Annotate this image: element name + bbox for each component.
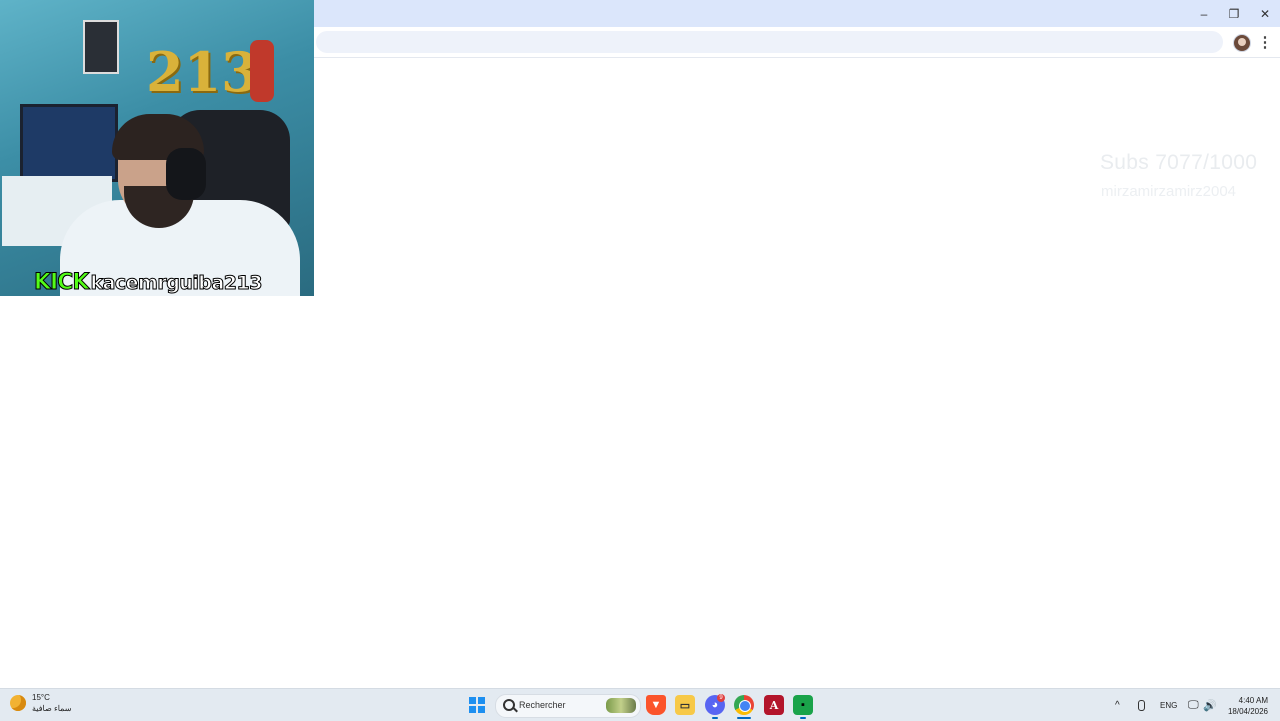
- arabic-app-icon[interactable]: A: [764, 695, 784, 715]
- discord-running-indicator: [712, 717, 718, 719]
- input-language[interactable]: ENG: [1160, 689, 1177, 721]
- network-icon[interactable]: 🖵: [1188, 689, 1199, 721]
- terminal-running-indicator: [800, 717, 806, 719]
- profile-avatar-icon[interactable]: [1233, 34, 1251, 52]
- figure-toy: [250, 40, 274, 102]
- browser-menu-button[interactable]: ⋮: [1258, 32, 1273, 52]
- wall-frame: [83, 20, 119, 74]
- restore-button[interactable]: ❐: [1219, 0, 1249, 27]
- search-placeholder: Rechercher: [519, 700, 566, 710]
- balloon-number: 213: [146, 40, 259, 104]
- start-windows-icon[interactable]: [469, 697, 485, 713]
- search-highlight-image: [606, 698, 636, 713]
- volume-icon[interactable]: 🔊: [1203, 689, 1217, 721]
- weather-temp: 15°C: [32, 693, 50, 702]
- tv-screen: [20, 104, 118, 182]
- chrome-icon[interactable]: [734, 695, 754, 715]
- kick-logo: KICK: [33, 270, 89, 296]
- kick-channel-name: kacemrguiba213: [90, 272, 263, 295]
- kick-channel-badge: KICK kacemrguiba213: [33, 270, 263, 296]
- taskbar-search[interactable]: Rechercher: [495, 694, 641, 718]
- search-icon: [503, 699, 515, 711]
- webcam-overlay: 213 KICK kacemrguiba213: [0, 0, 314, 296]
- chrome-active-indicator: [737, 717, 751, 719]
- microphone-icon[interactable]: [1138, 689, 1146, 721]
- terminal-app-icon[interactable]: ▪: [793, 695, 813, 715]
- subs-goal-overlay: Subs 7077/1000: [1100, 151, 1258, 174]
- system-clock[interactable]: 4:40 AM 18/04/2026: [1224, 695, 1268, 717]
- weather-widget[interactable]: 15°C سماء صافية: [10, 692, 72, 714]
- minimize-button[interactable]: –: [1189, 0, 1219, 27]
- moon-weather-icon: [10, 695, 26, 711]
- weather-condition: سماء صافية: [32, 704, 72, 713]
- clock-date: 18/04/2026: [1227, 707, 1268, 716]
- clock-time: 4:40 AM: [1238, 696, 1268, 705]
- discord-notification-badge: 9: [717, 694, 725, 702]
- close-button[interactable]: ✕: [1250, 0, 1280, 27]
- headphones: [166, 148, 206, 200]
- file-explorer-icon[interactable]: ▭: [675, 695, 695, 715]
- show-hidden-icons-chevron-icon[interactable]: ^: [1115, 689, 1120, 721]
- latest-sub-overlay: mirzamirzamirz2004: [1101, 183, 1237, 200]
- windows-taskbar: 15°C سماء صافية Rechercher ▼ ▭ ◕ 9 A ▪ ^…: [0, 688, 1280, 721]
- brave-browser-icon[interactable]: ▼: [646, 695, 666, 715]
- address-bar[interactable]: [316, 31, 1223, 53]
